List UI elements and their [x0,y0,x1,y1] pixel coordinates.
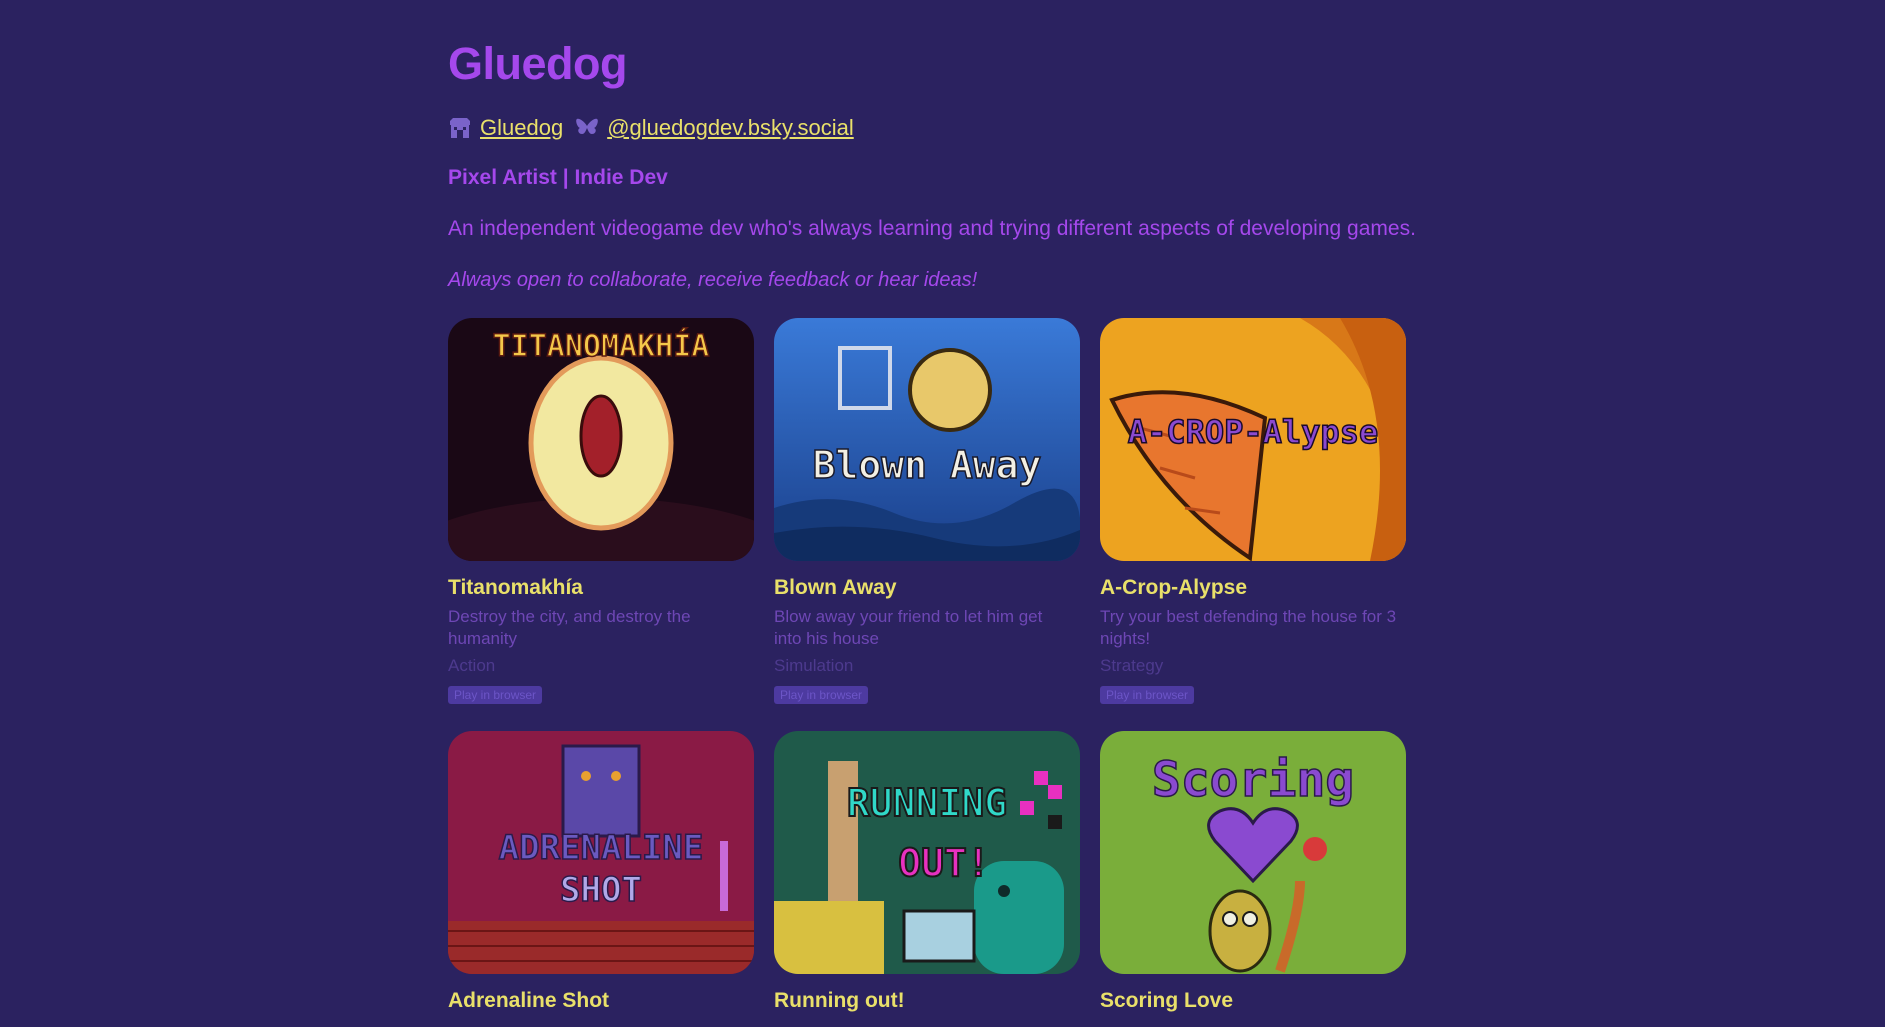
game-title[interactable]: A-Crop-Alypse [1100,576,1247,600]
profile-tagline: Pixel Artist | Indie Dev [448,166,668,189]
game-cover-image[interactable]: ADRENALINE SHOT [448,731,754,974]
profile-note: Always open to collaborate, receive feed… [448,269,978,291]
game-genre: Simulation [774,656,854,675]
game-genre: Action [448,656,496,675]
butterfly-icon [575,117,599,139]
game-description: Destroy the city, and destroy the humani… [448,607,691,648]
profile-description: An independent videogame dev who's alway… [448,217,1416,240]
platform-badge: Play in browser [448,686,543,704]
cover-title-text: TITANOMAKHÍA [493,328,710,364]
platform-badge: Play in browser [774,686,869,704]
cover-title-text: RUNNING [847,781,1007,825]
cover-title-text: A-CROP-Alypse [1128,413,1378,451]
cover-title-text: ADRENALINE [499,828,704,868]
game-description: Blow away your friend to let him get int… [774,607,1043,648]
cover-subtitle-text: SHOT [560,870,642,910]
game-title[interactable]: Scoring Love [1100,989,1233,1013]
itchio-profile-link[interactable]: Gluedog [480,115,563,141]
profile-links: Gluedog @gluedogdev.bsky.social [448,113,866,143]
game-cover-image[interactable]: TITANOMAKHÍA [448,318,754,561]
game-title[interactable]: Titanomakhía [448,576,583,600]
game-cover-image[interactable]: Scoring [1100,731,1406,974]
itchio-icon [448,117,472,139]
cover-title-text: Scoring [1152,752,1354,808]
game-cover-image[interactable]: RUNNING OUT! [774,731,1080,974]
platform-badge: Play in browser [1100,686,1195,704]
game-description: Try your best defending the house for 3 … [1100,607,1397,648]
cover-subtitle-text: OUT! [898,841,990,885]
game-title[interactable]: Blown Away [774,576,897,600]
page-title: Gluedog [448,38,627,89]
game-title[interactable]: Adrenaline Shot [448,989,609,1013]
bluesky-profile-link[interactable]: @gluedogdev.bsky.social [607,115,854,141]
cover-title-text: Blown Away [813,443,1042,487]
game-genre: Strategy [1100,656,1164,675]
game-title[interactable]: Running out! [774,989,905,1013]
game-cover-image[interactable]: A-CROP-Alypse [1100,318,1406,561]
game-cover-image[interactable]: Blown Away [774,318,1080,561]
